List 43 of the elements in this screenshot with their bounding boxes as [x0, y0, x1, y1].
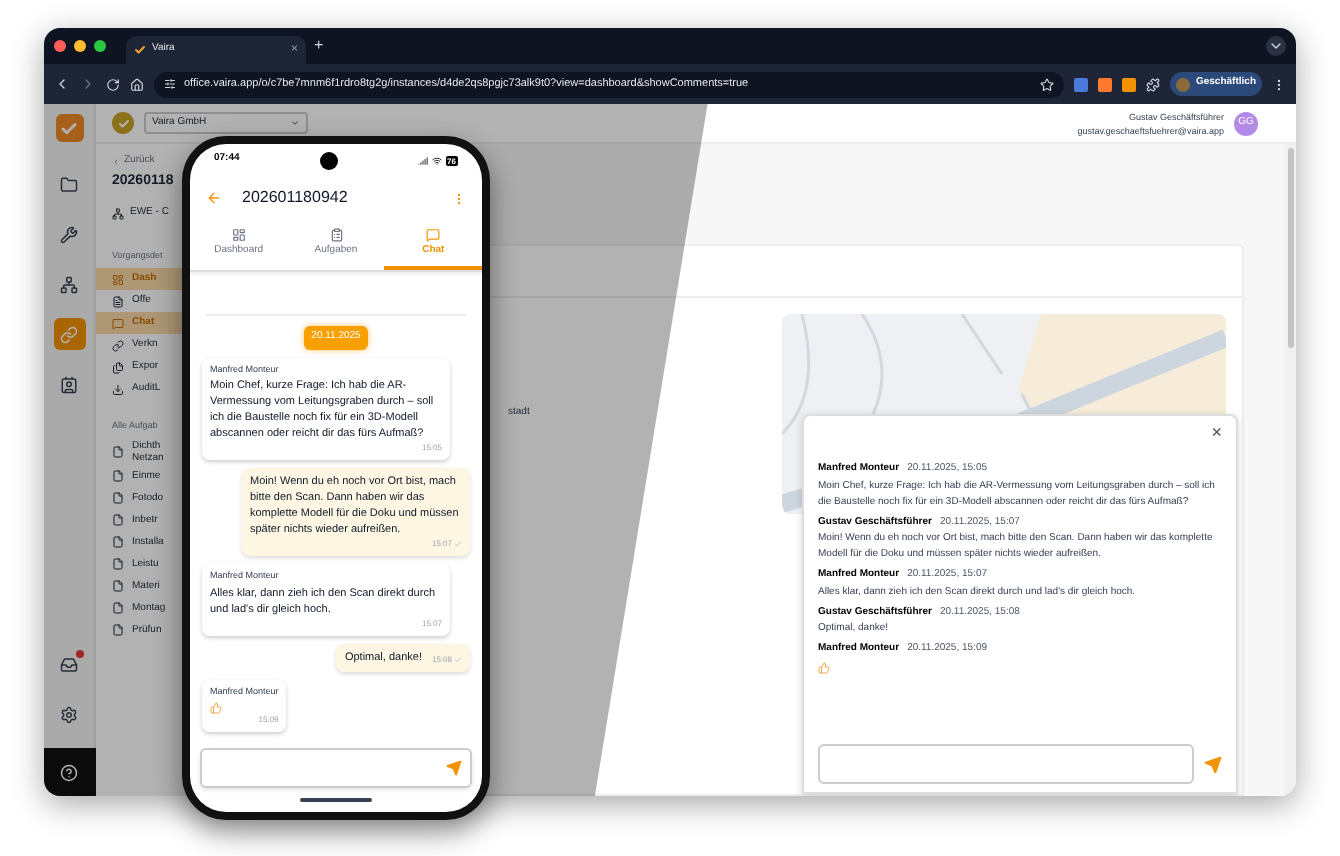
screen-title: 202601180942: [242, 186, 350, 210]
signal-icon: [417, 155, 428, 165]
home-indicator: [300, 798, 372, 802]
export-icon: [112, 361, 124, 374]
comment-input-field[interactable]: [818, 744, 1194, 784]
document-icon: [112, 469, 124, 481]
link-icon: [112, 339, 124, 352]
home-icon[interactable]: [130, 77, 144, 91]
avatar-icon: [1175, 77, 1190, 91]
offer-icon: [112, 295, 124, 308]
help-icon[interactable]: [44, 748, 95, 796]
message-input-field[interactable]: [200, 748, 472, 788]
document-icon: [112, 535, 124, 547]
document-icon: [112, 601, 124, 613]
chat-icon: [426, 227, 441, 242]
close-button[interactable]: ×: [1211, 424, 1222, 442]
extensions-icon[interactable]: [1145, 77, 1160, 91]
camera-hole: [319, 151, 338, 169]
document-icon: [112, 623, 124, 635]
back-icon[interactable]: [54, 76, 70, 92]
document-icon: [112, 446, 124, 458]
chat-icon: [112, 317, 124, 330]
download-icon: [112, 383, 124, 396]
forward-icon[interactable]: [80, 76, 96, 92]
document-icon: [112, 513, 124, 525]
document-icon: [112, 579, 124, 591]
chevron-down-icon: [290, 118, 300, 128]
document-icon: [112, 491, 124, 503]
new-tab-button[interactable]: +: [314, 34, 324, 58]
tasks-icon: [329, 227, 343, 242]
dashboard-icon: [112, 273, 124, 286]
bookmark-star-icon[interactable]: [1039, 77, 1054, 91]
menu-icon[interactable]: [1272, 77, 1286, 91]
wifi-icon: [431, 155, 442, 165]
document-icon: [112, 557, 124, 569]
thumbs-up-icon: [818, 661, 830, 673]
thumbs-up-icon: [210, 701, 222, 714]
network-icon: [112, 207, 124, 220]
site-settings-icon[interactable]: [164, 78, 176, 90]
dashboard-icon: [231, 227, 246, 242]
notification-badge: [75, 650, 83, 658]
tab-list-icon[interactable]: [1266, 36, 1286, 56]
reload-icon[interactable]: [106, 77, 120, 91]
